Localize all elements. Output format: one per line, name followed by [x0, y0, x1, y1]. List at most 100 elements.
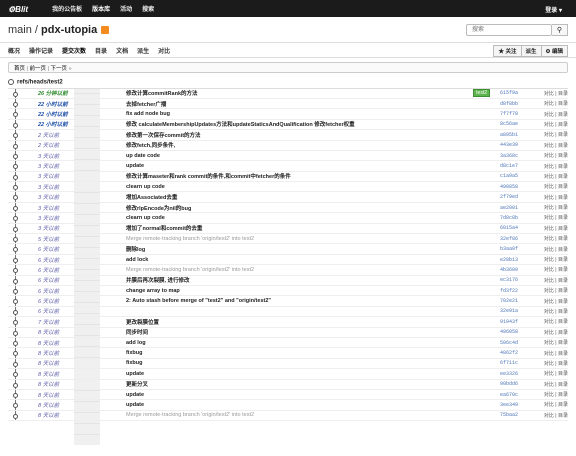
commit-row[interactable]: 8 天以前 add log 506c4d 对比 | 目录: [8, 338, 568, 349]
commit-message[interactable]: up date code: [126, 153, 500, 159]
commit-row[interactable]: 26 分钟以前 修改计算commitRank的方法 test2 615f9a 对比 | …: [8, 89, 568, 99]
commit-row[interactable]: 8 天以前 Merge remote-tracking branch 'origi…: [8, 411, 568, 422]
commit-sha[interactable]: 3a368c: [500, 153, 540, 159]
commit-links[interactable]: 对比 | 目录: [540, 370, 568, 377]
commit-message[interactable]: update: [126, 163, 500, 169]
commit-links[interactable]: 对比 | 目录: [540, 194, 568, 201]
commit-sha[interactable]: d8f8bb: [500, 101, 540, 107]
commit-row[interactable]: 3 天以前 clearn up code 490858 对比 | 目录: [8, 182, 568, 193]
commit-row[interactable]: 3 天以前 up date code 3a368c 对比 | 目录: [8, 151, 568, 162]
commit-links[interactable]: 对比 | 目录: [540, 100, 568, 107]
commit-links[interactable]: 对比 | 目录: [540, 246, 568, 253]
commit-message[interactable]: update: [126, 392, 500, 398]
nav-activity[interactable]: 活动: [120, 4, 132, 13]
commit-sha[interactable]: fd3f22: [500, 288, 540, 294]
commit-links[interactable]: 对比 | 目录: [540, 90, 568, 97]
commit-sha[interactable]: 6f711c: [500, 360, 540, 366]
commit-sha[interactable]: 496058: [500, 329, 540, 335]
commit-links[interactable]: 对比 | 目录: [540, 360, 568, 367]
commit-row[interactable]: 3 天以前 修改计算maseter和rank commit的条件,和commit中…: [8, 172, 568, 183]
commit-row[interactable]: 3 天以前 修改rlpEncode为nil的bug ae2001 对比 | 目录: [8, 203, 568, 214]
commit-row[interactable]: 8 天以前 更新分叉 90bdd6 对比 | 目录: [8, 380, 568, 390]
commit-message[interactable]: 删除log: [126, 245, 500, 253]
commit-sha[interactable]: 4062f2: [500, 350, 540, 356]
commit-links[interactable]: 对比 | 目录: [540, 277, 568, 284]
branch-tag[interactable]: test2: [473, 89, 490, 98]
commit-links[interactable]: 对比 | 目录: [540, 225, 568, 232]
commit-sha[interactable]: 7d8c8b: [500, 215, 540, 221]
commit-links[interactable]: 对比 | 目录: [540, 318, 568, 325]
commit-message[interactable]: 增加了normal和commit的去重: [126, 224, 500, 232]
commit-row[interactable]: 6 天以前 Merge remote-tracking branch 'origi…: [8, 265, 568, 276]
rss-icon[interactable]: [101, 25, 110, 34]
commit-sha[interactable]: 8c56ae: [500, 121, 540, 127]
commit-message[interactable]: 并膜后再次裂膜, 进行修改: [126, 276, 500, 284]
edit-button[interactable]: ⚙ 编辑: [540, 45, 568, 57]
commit-sha[interactable]: 6015a4: [500, 225, 540, 231]
commit-links[interactable]: 对比 | 目录: [540, 339, 568, 346]
commit-links[interactable]: 对比 | 目录: [540, 183, 568, 190]
commit-message[interactable]: 2: Auto stash before merge of "test2" an…: [126, 298, 500, 304]
repo-name[interactable]: pdx-utopia: [41, 24, 97, 36]
commit-links[interactable]: 对比 | 目录: [540, 329, 568, 336]
commit-row[interactable]: 3 天以前 增加了normal和commit的去重 6015a4 对比 | 目录: [8, 224, 568, 235]
commit-message[interactable]: update: [126, 371, 500, 377]
commit-links[interactable]: 对比 | 目录: [540, 152, 568, 159]
commit-links[interactable]: 对比 | 目录: [540, 350, 568, 357]
commit-sha[interactable]: ec3176: [500, 277, 540, 283]
commit-sha[interactable]: ae2001: [500, 205, 540, 211]
commit-links[interactable]: 对比 | 目录: [540, 142, 568, 149]
commit-message[interactable]: add log: [126, 340, 500, 346]
commit-row[interactable]: 6 天以前 change array to map fd3f22 对比 | 目录: [8, 286, 568, 297]
commit-row[interactable]: 3 天以前 增加Associated去重 2f79ed 对比 | 目录: [8, 192, 568, 203]
commit-links[interactable]: 对比 | 目录: [540, 204, 568, 211]
tab-commits[interactable]: 提交次数: [62, 46, 86, 55]
commit-sha[interactable]: 506c4d: [500, 340, 540, 346]
blit-logo[interactable]: ⚙Blit: [8, 1, 28, 16]
commit-links[interactable]: 对比 | 目录: [540, 287, 568, 294]
commit-message[interactable]: update: [126, 402, 500, 408]
commit-sha[interactable]: c1a9a5: [500, 173, 540, 179]
commit-links[interactable]: 对比 | 目录: [540, 401, 568, 408]
commit-message[interactable]: clearn up code: [126, 215, 500, 221]
commit-sha[interactable]: 90bdd6: [500, 381, 540, 387]
commit-row[interactable]: 6 天以前 并膜后再次裂膜, 进行修改 ec3176 对比 | 目录: [8, 276, 568, 286]
commit-row[interactable]: 3 天以前 clearn up code 7d8c8b 对比 | 目录: [8, 213, 568, 224]
commit-row[interactable]: 22 小时以前 修改 calculateMembershipUpdates方法和u…: [8, 120, 568, 131]
tab-summary[interactable]: 概况: [8, 46, 20, 55]
commit-message[interactable]: 修改 calculateMembershipUpdates方法和updateSt…: [126, 120, 500, 128]
commit-sha[interactable]: 443e39: [500, 142, 540, 148]
commit-message[interactable]: fixbug: [126, 350, 500, 356]
repo-prefix[interactable]: main: [8, 24, 32, 36]
commit-links[interactable]: 对比 | 目录: [540, 391, 568, 398]
commit-sha[interactable]: 32ef86: [500, 236, 540, 242]
pager-first[interactable]: 首页: [14, 66, 25, 72]
commit-links[interactable]: 对比 | 目录: [540, 266, 568, 273]
commit-message[interactable]: 修改计算commitRank的方法: [126, 89, 473, 97]
commit-sha[interactable]: e28b13: [500, 257, 540, 263]
commit-sha[interactable]: d8c1e7: [500, 163, 540, 169]
commit-row[interactable]: 8 天以前 fixbug 6f711c 对比 | 目录: [8, 359, 568, 370]
pager-next[interactable]: 下一页: [51, 66, 68, 72]
watch-button[interactable]: ★ 关注: [493, 45, 522, 57]
commit-message[interactable]: 修改第一次保存commit的方法: [126, 131, 500, 139]
tab-docs[interactable]: 文档: [116, 46, 128, 55]
commit-links[interactable]: 对比 | 目录: [540, 121, 568, 128]
commit-message[interactable]: add lock: [126, 257, 500, 263]
commit-row[interactable]: 6 天以前 删除log b3aa9f 对比 | 目录: [8, 244, 568, 255]
commit-message[interactable]: clearn up code: [126, 184, 500, 190]
tab-compare[interactable]: 对比: [158, 46, 170, 55]
commit-sha[interactable]: ea670c: [500, 392, 540, 398]
commit-row[interactable]: 8 天以前 update 3ee349 对比 | 目录: [8, 400, 568, 411]
nav-dashboard[interactable]: 我的公告板: [52, 4, 82, 13]
commit-links[interactable]: 对比 | 目录: [540, 163, 568, 170]
commit-row[interactable]: 6 天以前 32e91a 对比 | 目录: [8, 307, 568, 318]
commit-sha[interactable]: 75baa2: [500, 412, 540, 418]
commit-row[interactable]: 6 天以前 2: Auto stash before merge of "test…: [8, 296, 568, 307]
commit-links[interactable]: 对比 | 目录: [540, 412, 568, 419]
commit-message[interactable]: 同步时间: [126, 328, 500, 336]
nav-repositories[interactable]: 版本库: [92, 4, 110, 13]
commit-links[interactable]: 对比 | 目录: [540, 256, 568, 263]
commit-row[interactable]: 7 天以前 更改裂膜位置 91943f 对比 | 目录: [8, 317, 568, 328]
commit-message[interactable]: 修改计算maseter和rank commit的条件,和commit中fetch…: [126, 172, 500, 180]
